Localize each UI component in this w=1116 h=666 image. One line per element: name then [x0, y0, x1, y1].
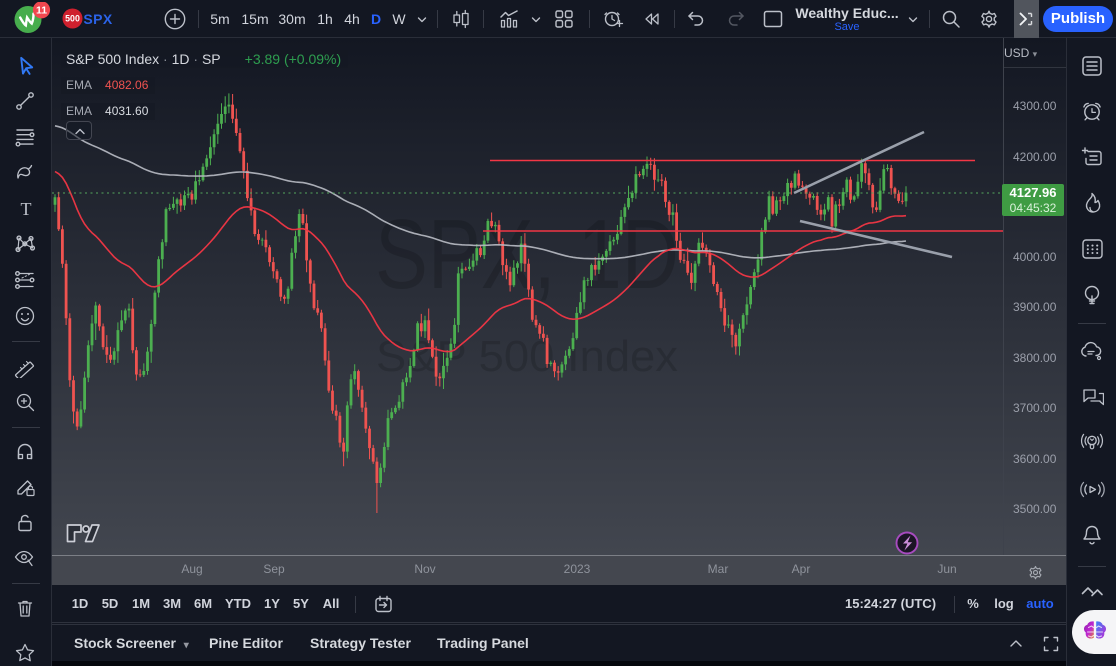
svg-text:500: 500	[65, 14, 80, 24]
svg-text:SPX, 1D: SPX, 1D	[375, 199, 679, 309]
svg-text:11: 11	[36, 5, 47, 17]
svg-text:S&P 500 Index: S&P 500 Index	[376, 332, 678, 381]
